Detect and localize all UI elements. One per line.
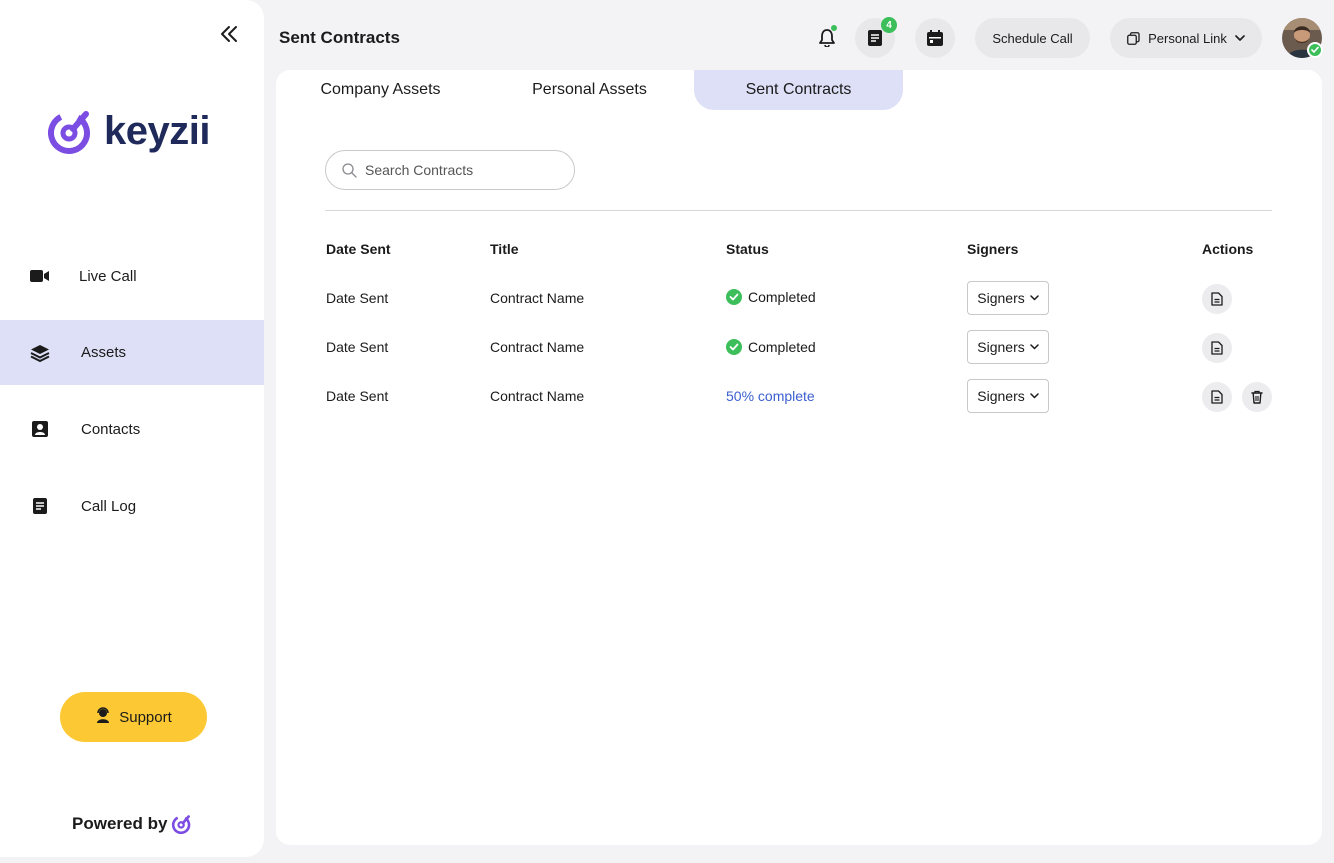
date-sent-cell: Date Sent [326, 290, 389, 306]
powered-by-label: Powered by [72, 814, 168, 833]
keyzii-logo-icon [48, 111, 90, 155]
signers-label: Signers [977, 290, 1025, 306]
tab-company-assets[interactable]: Company Assets [298, 70, 463, 110]
search-contracts[interactable] [325, 150, 575, 190]
column-header-actions: Actions [1202, 241, 1254, 257]
main-panel: Company Assets Personal Assets Sent Cont… [276, 70, 1322, 845]
support-label: Support [119, 708, 172, 726]
video-icon [30, 266, 50, 286]
copy-link-icon [1127, 31, 1140, 45]
calendar-button[interactable] [915, 18, 955, 58]
sidebar-item-label: Call Log [81, 497, 137, 515]
sidebar-item-label: Contacts [81, 420, 141, 438]
date-sent-cell: Date Sent [326, 339, 389, 355]
sidebar-item-live-call[interactable]: Live Call [0, 244, 264, 308]
powered-by: Powered by [72, 813, 193, 835]
sidebar: keyzii Live Call Assets Contacts Call Lo… [0, 0, 264, 857]
keyzii-mark-icon [172, 815, 191, 835]
title-cell: Contract Name [490, 388, 585, 404]
column-header-signers: Signers [967, 241, 1019, 257]
view-contract-button[interactable] [1202, 284, 1232, 314]
signers-label: Signers [977, 339, 1025, 355]
document-icon [1211, 341, 1223, 355]
delete-contract-button[interactable] [1242, 382, 1272, 412]
signers-dropdown[interactable]: Signers [967, 281, 1049, 315]
contact-card-icon [30, 419, 50, 439]
view-contract-button[interactable] [1202, 333, 1232, 363]
search-icon [342, 162, 357, 178]
status-cell[interactable]: 50% complete [726, 388, 815, 404]
chevron-down-icon [1029, 393, 1039, 399]
status-label: Completed [748, 339, 816, 355]
check-circle-icon [726, 339, 742, 355]
title-cell: Contract Name [490, 339, 585, 355]
document-icon [1211, 390, 1223, 404]
signers-label: Signers [977, 388, 1025, 404]
sidebar-item-assets[interactable]: Assets [0, 320, 264, 385]
column-header-status: Status [726, 241, 769, 257]
document-icon [1211, 292, 1223, 306]
signers-dropdown[interactable]: Signers [967, 330, 1049, 364]
title-cell: Contract Name [490, 290, 585, 306]
bell-icon [819, 29, 835, 47]
online-status-icon [1307, 42, 1323, 58]
notes-icon [868, 30, 882, 46]
schedule-call-button[interactable]: Schedule Call [975, 18, 1090, 58]
page-title: Sent Contracts [279, 28, 400, 47]
chevron-down-icon [1029, 344, 1039, 350]
notifications-button[interactable] [807, 18, 847, 58]
status-label: Completed [748, 289, 816, 305]
layers-icon [30, 343, 50, 363]
search-input[interactable] [365, 162, 555, 178]
tab-personal-assets[interactable]: Personal Assets [506, 70, 673, 110]
trash-icon [1251, 390, 1263, 404]
chevron-down-icon [1235, 35, 1245, 41]
sidebar-item-label: Live Call [79, 267, 137, 285]
personal-link-label: Personal Link [1148, 30, 1227, 46]
column-header-title: Title [490, 241, 519, 257]
signers-dropdown[interactable]: Signers [967, 379, 1049, 413]
sidebar-item-label: Assets [81, 344, 127, 361]
sidebar-item-contacts[interactable]: Contacts [0, 397, 264, 461]
personal-link-button[interactable]: Personal Link [1110, 18, 1262, 58]
status-cell: Completed [726, 339, 816, 355]
notes-count-badge: 4 [881, 17, 897, 33]
check-circle-icon [726, 289, 742, 305]
support-button[interactable]: Support [60, 692, 207, 742]
sidebar-item-call-log[interactable]: Call Log [0, 474, 264, 538]
brand-name: keyzii [104, 108, 210, 153]
date-sent-cell: Date Sent [326, 388, 389, 404]
column-header-date-sent: Date Sent [326, 241, 391, 257]
divider [325, 210, 1272, 211]
notification-dot [831, 25, 837, 31]
calendar-icon [927, 30, 943, 46]
notes-button[interactable]: 4 [855, 17, 897, 58]
tab-sent-contracts[interactable]: Sent Contracts [694, 70, 903, 110]
view-contract-button[interactable] [1202, 382, 1232, 412]
keyzii-logo: keyzii [46, 106, 210, 156]
collapse-sidebar-icon[interactable] [218, 24, 240, 44]
support-agent-icon [95, 707, 111, 727]
chevron-down-icon [1029, 295, 1039, 301]
document-icon [30, 496, 50, 516]
schedule-call-label: Schedule Call [992, 30, 1073, 46]
status-label[interactable]: 50% complete [726, 388, 815, 404]
status-cell: Completed [726, 289, 816, 305]
